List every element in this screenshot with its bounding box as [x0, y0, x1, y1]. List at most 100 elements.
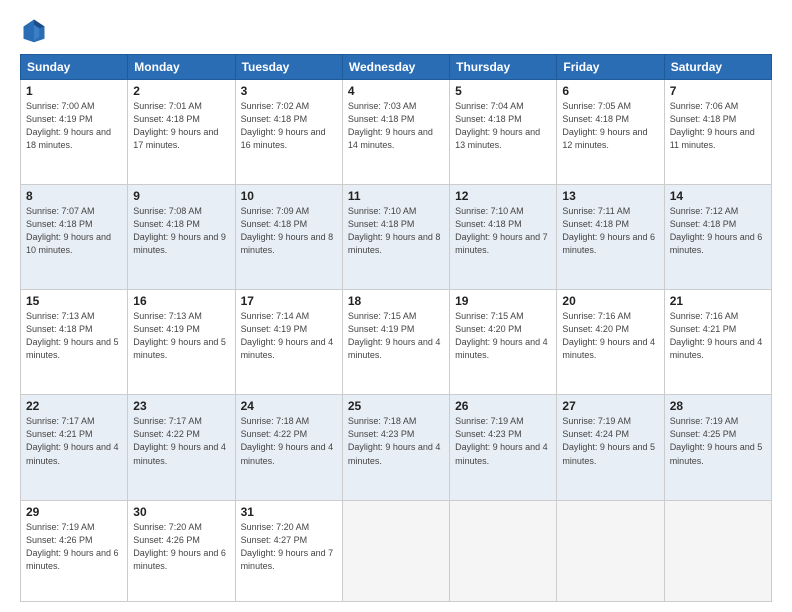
day-info: Sunrise: 7:03 AM Sunset: 4:18 PM Dayligh…: [348, 100, 444, 152]
calendar-cell: 24 Sunrise: 7:18 AM Sunset: 4:22 PM Dayl…: [235, 395, 342, 500]
day-info: Sunrise: 7:01 AM Sunset: 4:18 PM Dayligh…: [133, 100, 229, 152]
day-info: Sunrise: 7:04 AM Sunset: 4:18 PM Dayligh…: [455, 100, 551, 152]
day-number: 31: [241, 505, 337, 519]
day-number: 11: [348, 189, 444, 203]
calendar-cell: 3 Sunrise: 7:02 AM Sunset: 4:18 PM Dayli…: [235, 80, 342, 185]
day-number: 30: [133, 505, 229, 519]
calendar-cell: 10 Sunrise: 7:09 AM Sunset: 4:18 PM Dayl…: [235, 185, 342, 290]
day-info: Sunrise: 7:19 AM Sunset: 4:23 PM Dayligh…: [455, 415, 551, 467]
logo-icon: [20, 16, 48, 44]
calendar-cell: 5 Sunrise: 7:04 AM Sunset: 4:18 PM Dayli…: [450, 80, 557, 185]
calendar-cell: 20 Sunrise: 7:16 AM Sunset: 4:20 PM Dayl…: [557, 290, 664, 395]
day-info: Sunrise: 7:06 AM Sunset: 4:18 PM Dayligh…: [670, 100, 766, 152]
day-number: 15: [26, 294, 122, 308]
day-info: Sunrise: 7:02 AM Sunset: 4:18 PM Dayligh…: [241, 100, 337, 152]
day-info: Sunrise: 7:09 AM Sunset: 4:18 PM Dayligh…: [241, 205, 337, 257]
day-info: Sunrise: 7:13 AM Sunset: 4:19 PM Dayligh…: [133, 310, 229, 362]
calendar-cell: 27 Sunrise: 7:19 AM Sunset: 4:24 PM Dayl…: [557, 395, 664, 500]
day-info: Sunrise: 7:20 AM Sunset: 4:27 PM Dayligh…: [241, 521, 337, 573]
day-number: 19: [455, 294, 551, 308]
day-info: Sunrise: 7:19 AM Sunset: 4:24 PM Dayligh…: [562, 415, 658, 467]
calendar-cell: 18 Sunrise: 7:15 AM Sunset: 4:19 PM Dayl…: [342, 290, 449, 395]
dow-header: Monday: [128, 55, 235, 80]
page: SundayMondayTuesdayWednesdayThursdayFrid…: [0, 0, 792, 612]
calendar-cell: [557, 500, 664, 602]
dow-header: Thursday: [450, 55, 557, 80]
day-number: 10: [241, 189, 337, 203]
calendar-cell: 14 Sunrise: 7:12 AM Sunset: 4:18 PM Dayl…: [664, 185, 771, 290]
day-info: Sunrise: 7:00 AM Sunset: 4:19 PM Dayligh…: [26, 100, 122, 152]
day-info: Sunrise: 7:13 AM Sunset: 4:18 PM Dayligh…: [26, 310, 122, 362]
calendar-table: SundayMondayTuesdayWednesdayThursdayFrid…: [20, 54, 772, 602]
calendar-cell: [342, 500, 449, 602]
calendar-cell: 4 Sunrise: 7:03 AM Sunset: 4:18 PM Dayli…: [342, 80, 449, 185]
day-number: 9: [133, 189, 229, 203]
day-number: 8: [26, 189, 122, 203]
calendar-cell: 31 Sunrise: 7:20 AM Sunset: 4:27 PM Dayl…: [235, 500, 342, 602]
calendar-cell: 30 Sunrise: 7:20 AM Sunset: 4:26 PM Dayl…: [128, 500, 235, 602]
dow-header: Tuesday: [235, 55, 342, 80]
dow-header: Sunday: [21, 55, 128, 80]
day-info: Sunrise: 7:10 AM Sunset: 4:18 PM Dayligh…: [348, 205, 444, 257]
day-number: 2: [133, 84, 229, 98]
day-number: 1: [26, 84, 122, 98]
day-info: Sunrise: 7:18 AM Sunset: 4:23 PM Dayligh…: [348, 415, 444, 467]
day-number: 14: [670, 189, 766, 203]
day-number: 3: [241, 84, 337, 98]
dow-header: Friday: [557, 55, 664, 80]
dow-header: Saturday: [664, 55, 771, 80]
day-number: 13: [562, 189, 658, 203]
calendar-cell: 9 Sunrise: 7:08 AM Sunset: 4:18 PM Dayli…: [128, 185, 235, 290]
day-info: Sunrise: 7:15 AM Sunset: 4:20 PM Dayligh…: [455, 310, 551, 362]
day-number: 23: [133, 399, 229, 413]
calendar-cell: 26 Sunrise: 7:19 AM Sunset: 4:23 PM Dayl…: [450, 395, 557, 500]
day-info: Sunrise: 7:17 AM Sunset: 4:21 PM Dayligh…: [26, 415, 122, 467]
calendar-cell: 12 Sunrise: 7:10 AM Sunset: 4:18 PM Dayl…: [450, 185, 557, 290]
day-number: 21: [670, 294, 766, 308]
day-info: Sunrise: 7:15 AM Sunset: 4:19 PM Dayligh…: [348, 310, 444, 362]
day-number: 25: [348, 399, 444, 413]
calendar-cell: 2 Sunrise: 7:01 AM Sunset: 4:18 PM Dayli…: [128, 80, 235, 185]
calendar-cell: 25 Sunrise: 7:18 AM Sunset: 4:23 PM Dayl…: [342, 395, 449, 500]
logo: [20, 16, 52, 44]
day-number: 5: [455, 84, 551, 98]
calendar-cell: [450, 500, 557, 602]
day-number: 24: [241, 399, 337, 413]
calendar-cell: 17 Sunrise: 7:14 AM Sunset: 4:19 PM Dayl…: [235, 290, 342, 395]
day-info: Sunrise: 7:17 AM Sunset: 4:22 PM Dayligh…: [133, 415, 229, 467]
calendar-cell: 19 Sunrise: 7:15 AM Sunset: 4:20 PM Dayl…: [450, 290, 557, 395]
day-info: Sunrise: 7:18 AM Sunset: 4:22 PM Dayligh…: [241, 415, 337, 467]
day-info: Sunrise: 7:07 AM Sunset: 4:18 PM Dayligh…: [26, 205, 122, 257]
day-info: Sunrise: 7:14 AM Sunset: 4:19 PM Dayligh…: [241, 310, 337, 362]
calendar-cell: 7 Sunrise: 7:06 AM Sunset: 4:18 PM Dayli…: [664, 80, 771, 185]
day-number: 26: [455, 399, 551, 413]
day-info: Sunrise: 7:20 AM Sunset: 4:26 PM Dayligh…: [133, 521, 229, 573]
calendar-cell: 6 Sunrise: 7:05 AM Sunset: 4:18 PM Dayli…: [557, 80, 664, 185]
day-number: 27: [562, 399, 658, 413]
day-number: 6: [562, 84, 658, 98]
day-number: 12: [455, 189, 551, 203]
day-number: 22: [26, 399, 122, 413]
day-number: 7: [670, 84, 766, 98]
day-info: Sunrise: 7:16 AM Sunset: 4:21 PM Dayligh…: [670, 310, 766, 362]
day-number: 17: [241, 294, 337, 308]
calendar-cell: 22 Sunrise: 7:17 AM Sunset: 4:21 PM Dayl…: [21, 395, 128, 500]
day-info: Sunrise: 7:19 AM Sunset: 4:25 PM Dayligh…: [670, 415, 766, 467]
calendar-cell: 13 Sunrise: 7:11 AM Sunset: 4:18 PM Dayl…: [557, 185, 664, 290]
day-info: Sunrise: 7:11 AM Sunset: 4:18 PM Dayligh…: [562, 205, 658, 257]
calendar-cell: 11 Sunrise: 7:10 AM Sunset: 4:18 PM Dayl…: [342, 185, 449, 290]
calendar-cell: 16 Sunrise: 7:13 AM Sunset: 4:19 PM Dayl…: [128, 290, 235, 395]
header: [20, 16, 772, 44]
calendar-cell: 28 Sunrise: 7:19 AM Sunset: 4:25 PM Dayl…: [664, 395, 771, 500]
calendar-cell: 1 Sunrise: 7:00 AM Sunset: 4:19 PM Dayli…: [21, 80, 128, 185]
dow-header: Wednesday: [342, 55, 449, 80]
day-number: 4: [348, 84, 444, 98]
calendar-cell: 8 Sunrise: 7:07 AM Sunset: 4:18 PM Dayli…: [21, 185, 128, 290]
day-number: 28: [670, 399, 766, 413]
calendar-cell: 29 Sunrise: 7:19 AM Sunset: 4:26 PM Dayl…: [21, 500, 128, 602]
day-info: Sunrise: 7:19 AM Sunset: 4:26 PM Dayligh…: [26, 521, 122, 573]
calendar-cell: [664, 500, 771, 602]
day-info: Sunrise: 7:16 AM Sunset: 4:20 PM Dayligh…: [562, 310, 658, 362]
calendar-cell: 15 Sunrise: 7:13 AM Sunset: 4:18 PM Dayl…: [21, 290, 128, 395]
day-info: Sunrise: 7:12 AM Sunset: 4:18 PM Dayligh…: [670, 205, 766, 257]
